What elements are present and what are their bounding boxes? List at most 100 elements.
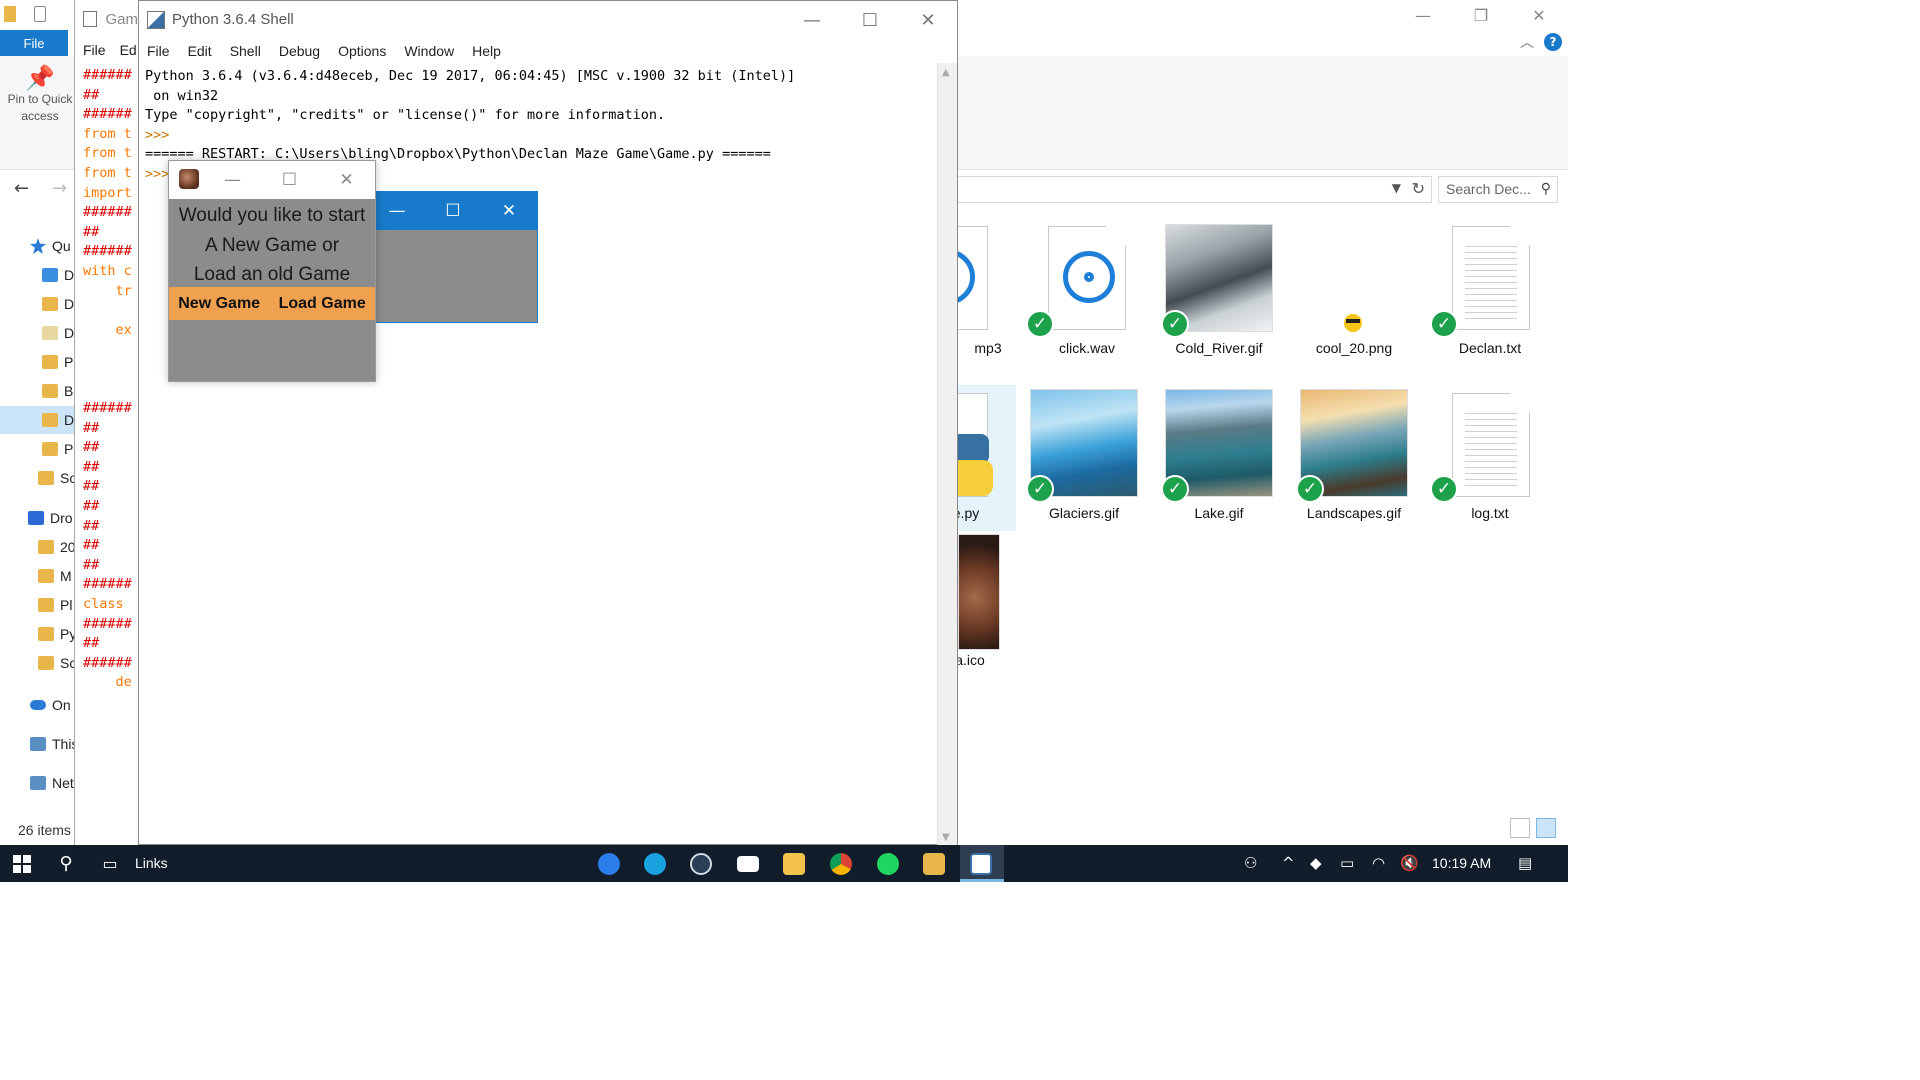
new-game-button[interactable]: New Game: [178, 295, 260, 313]
maximize-icon[interactable]: ☐: [261, 161, 318, 199]
skype-icon[interactable]: [644, 853, 666, 875]
active-app-indicator: [960, 879, 1004, 882]
maximize-icon[interactable]: ☐: [425, 192, 481, 230]
close-icon[interactable]: ✕: [1510, 0, 1568, 30]
wifi-icon[interactable]: ◠: [1372, 854, 1385, 872]
menu-shell[interactable]: Shell: [230, 43, 261, 59]
file-item-landscapes[interactable]: ✓ Landscapes.gif: [1296, 385, 1414, 531]
python-shell-window: Python 3.6.4 Shell — ☐ ✕ File Edit Shell…: [138, 0, 958, 845]
close-icon[interactable]: ✕: [899, 1, 957, 39]
code-line: ######: [83, 204, 132, 221]
minimize-icon[interactable]: —: [783, 1, 841, 39]
file-item-game-py[interactable]: e.py: [943, 385, 1016, 531]
links-toolbar[interactable]: Links: [135, 855, 168, 871]
store-icon[interactable]: [923, 853, 945, 875]
close-icon[interactable]: ✕: [318, 161, 375, 199]
clock[interactable]: 10:19 AM: [1432, 855, 1491, 871]
file-item-glaciers[interactable]: ✓ Glaciers.gif: [1026, 385, 1144, 531]
close-icon[interactable]: ✕: [481, 192, 537, 230]
chevron-up-icon[interactable]: ^: [1282, 854, 1295, 872]
tk-window-titlebar: — ☐ ✕: [363, 192, 537, 230]
file-item-cool-20[interactable]: cool_20.png: [1296, 220, 1414, 366]
spotify-icon[interactable]: [877, 853, 899, 875]
restore-icon[interactable]: ❐: [1452, 0, 1510, 30]
windows-start-icon[interactable]: [8, 845, 36, 882]
back-arrow-icon[interactable]: ←: [14, 178, 29, 199]
idle-python-icon[interactable]: [970, 853, 992, 875]
search-icon[interactable]: ⚲: [52, 845, 80, 882]
game-py-editor-window: Gam File Ed ###### ## ###### from t from t fr…: [74, 0, 138, 845]
shell-titlebar: Python 3.6.4 Shell — ☐ ✕: [139, 1, 957, 39]
file-item-lake[interactable]: ✓ Lake.gif: [1161, 385, 1279, 531]
folder-icon[interactable]: [4, 6, 16, 22]
scroll-up-icon[interactable]: ▲: [942, 67, 950, 78]
menu-help[interactable]: Help: [472, 43, 501, 59]
editor-menubar: File Ed: [75, 38, 138, 62]
star-icon: [30, 238, 46, 254]
code-line: from t: [83, 125, 132, 142]
file-item-declan-txt[interactable]: ✓ Declan.txt: [1430, 220, 1548, 366]
code-line: ######: [83, 615, 132, 632]
menu-window[interactable]: Window: [404, 43, 454, 59]
chevron-up-icon[interactable]: ︿: [1520, 32, 1534, 52]
code-line: de: [83, 674, 132, 691]
refresh-icon[interactable]: ↻: [1412, 179, 1425, 198]
steam-icon[interactable]: [690, 853, 712, 875]
details-view-icon[interactable]: [1510, 818, 1530, 838]
people-icon[interactable]: ⚇: [1244, 854, 1257, 872]
menu-debug[interactable]: Debug: [279, 43, 320, 59]
dropbox-tray-icon[interactable]: ◆: [1310, 854, 1322, 872]
load-game-button[interactable]: Load Game: [279, 295, 366, 313]
menu-edit[interactable]: Ed: [120, 42, 137, 58]
address-field[interactable]: ▼ ↻: [958, 176, 1432, 203]
minimize-icon[interactable]: —: [369, 192, 425, 230]
maximize-icon[interactable]: ☐: [841, 1, 899, 39]
mail-icon[interactable]: [737, 856, 759, 872]
editor-code-area[interactable]: ###### ## ###### from t from t from t import ##…: [83, 66, 139, 693]
dialog-window-controls: — ☐ ✕: [204, 161, 375, 199]
battery-icon[interactable]: ▭: [1340, 854, 1354, 872]
file-item-log-txt[interactable]: ✓ log.txt: [1430, 385, 1548, 531]
file-item-click-wav[interactable]: ✓ click.wav: [1026, 220, 1144, 366]
sync-check-icon: ✓: [1161, 475, 1189, 503]
chevron-down-icon[interactable]: ▼: [1392, 181, 1401, 195]
scroll-down-icon[interactable]: ▼: [942, 832, 950, 843]
task-view-icon[interactable]: ▭: [96, 845, 124, 882]
menu-file[interactable]: File: [83, 42, 106, 58]
sync-check-icon: ✓: [1026, 310, 1054, 338]
menu-file[interactable]: File: [147, 43, 170, 59]
volume-muted-icon[interactable]: 🔇: [1400, 854, 1419, 872]
file-explorer-icon[interactable]: [783, 853, 805, 875]
menu-options[interactable]: Options: [338, 43, 386, 59]
synced-folder-icon: [38, 540, 54, 554]
shell-window-controls: — ☐ ✕: [783, 1, 957, 39]
shell-scrollbar[interactable]: ▲ ▼: [937, 63, 957, 845]
minimize-icon[interactable]: —: [204, 161, 261, 199]
sync-check-icon: ✓: [1026, 475, 1054, 503]
file-name: Lake.gif: [1194, 505, 1244, 521]
editor-titlebar: Gam: [75, 0, 138, 38]
code-line: ##: [83, 517, 100, 534]
synced-folder-icon: [38, 598, 54, 612]
shell-title: Python 3.6.4 Shell: [172, 11, 294, 28]
pin-to-quick-access-button[interactable]: 📌 Pin to Quick access: [4, 67, 76, 125]
minimize-icon[interactable]: —: [1394, 0, 1452, 30]
file-tab[interactable]: File: [0, 30, 68, 56]
large-icons-view-icon[interactable]: [1536, 818, 1556, 838]
nav-item-selected-folder[interactable]: D: [0, 406, 74, 434]
messenger-icon[interactable]: [598, 853, 620, 875]
menu-edit[interactable]: Edit: [188, 43, 212, 59]
forward-arrow-icon[interactable]: →: [52, 178, 67, 199]
file-item-cold-river[interactable]: ✓ Cold_River.gif: [1161, 220, 1279, 366]
item-count: 26 items: [18, 822, 71, 838]
sync-check-icon: ✓: [1161, 310, 1189, 338]
action-center-icon[interactable]: ▤: [1518, 854, 1532, 872]
help-icon[interactable]: ?: [1544, 33, 1562, 51]
chrome-icon[interactable]: [830, 853, 852, 875]
search-input[interactable]: Search Dec... ⚲: [1438, 176, 1558, 203]
properties-icon[interactable]: [34, 6, 46, 22]
file-name: Landscapes.gif: [1306, 505, 1402, 521]
code-line: ##: [83, 498, 100, 515]
folder-icon: [42, 442, 58, 456]
idle-icon: [147, 11, 165, 29]
